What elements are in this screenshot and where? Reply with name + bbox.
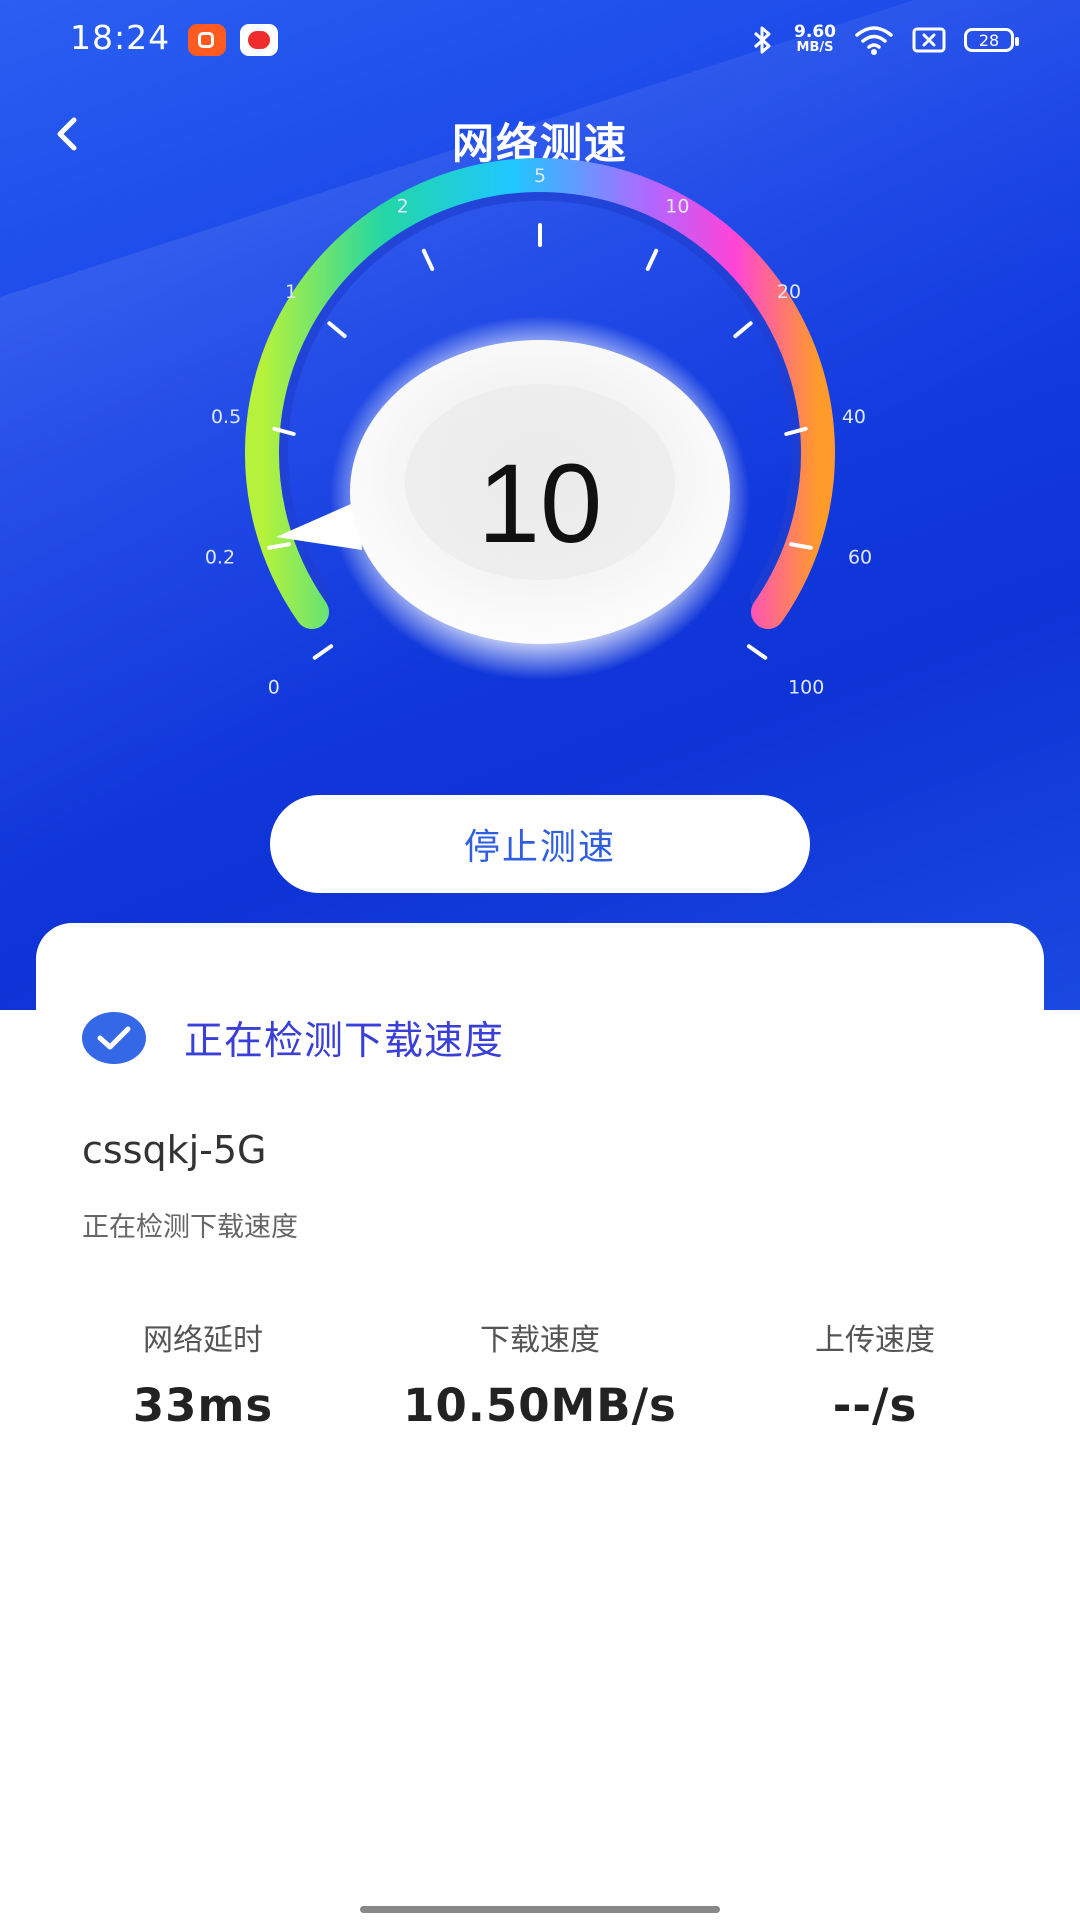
- gauge-tick: [312, 644, 334, 660]
- gauge-tick: [327, 321, 347, 339]
- stop-test-button[interactable]: 停止测速: [270, 795, 810, 893]
- gauge-scale-label: 0.2: [205, 546, 235, 568]
- latency-metric: 网络延时 33ms: [33, 1315, 373, 1432]
- speed-gauge: 0 0.2 0.5 1 2 5 10 20 40 60 100 10: [205, 157, 872, 698]
- gauge-scale-label: 5: [534, 165, 546, 187]
- gauge-scale-label: 0: [268, 676, 280, 698]
- download-label: 下载速度: [480, 1323, 600, 1358]
- gauge-tick: [421, 248, 435, 271]
- latency-value: 33ms: [132, 1379, 274, 1432]
- gauge-scale-label: 60: [848, 546, 872, 568]
- gauge-tick: [645, 248, 659, 271]
- download-value: 10.50MB/s: [403, 1379, 677, 1432]
- home-indicator[interactable]: [360, 1906, 720, 1913]
- gauge-scale-label: 20: [777, 281, 801, 303]
- gauge-scale-label: 10: [665, 195, 689, 217]
- upload-value: --/s: [832, 1379, 918, 1432]
- gauge-scale-label: 40: [842, 406, 866, 428]
- upload-metric: 上传速度 --/s: [705, 1315, 1045, 1432]
- detection-subtext: 正在检测下载速度: [82, 1212, 298, 1243]
- detection-status-row: 正在检测下载速度: [82, 1010, 504, 1066]
- network-ssid: cssqkj-5G: [82, 1128, 267, 1172]
- check-circle-icon: [82, 1012, 146, 1064]
- gauge-scale-label: 2: [397, 195, 409, 217]
- gauge-tick: [746, 644, 768, 660]
- download-metric: 下载速度 10.50MB/s: [370, 1315, 710, 1432]
- gauge-tick: [733, 321, 753, 339]
- gauge-current-value: 10: [478, 441, 603, 566]
- gauge-scale-label: 0.5: [211, 406, 241, 428]
- latency-label: 网络延时: [143, 1323, 263, 1358]
- gauge-scale-label: 1: [285, 281, 297, 303]
- upload-label: 上传速度: [815, 1323, 935, 1358]
- gauge-scale-label: 100: [788, 676, 824, 698]
- detection-status-text: 正在检测下载速度: [184, 1019, 505, 1064]
